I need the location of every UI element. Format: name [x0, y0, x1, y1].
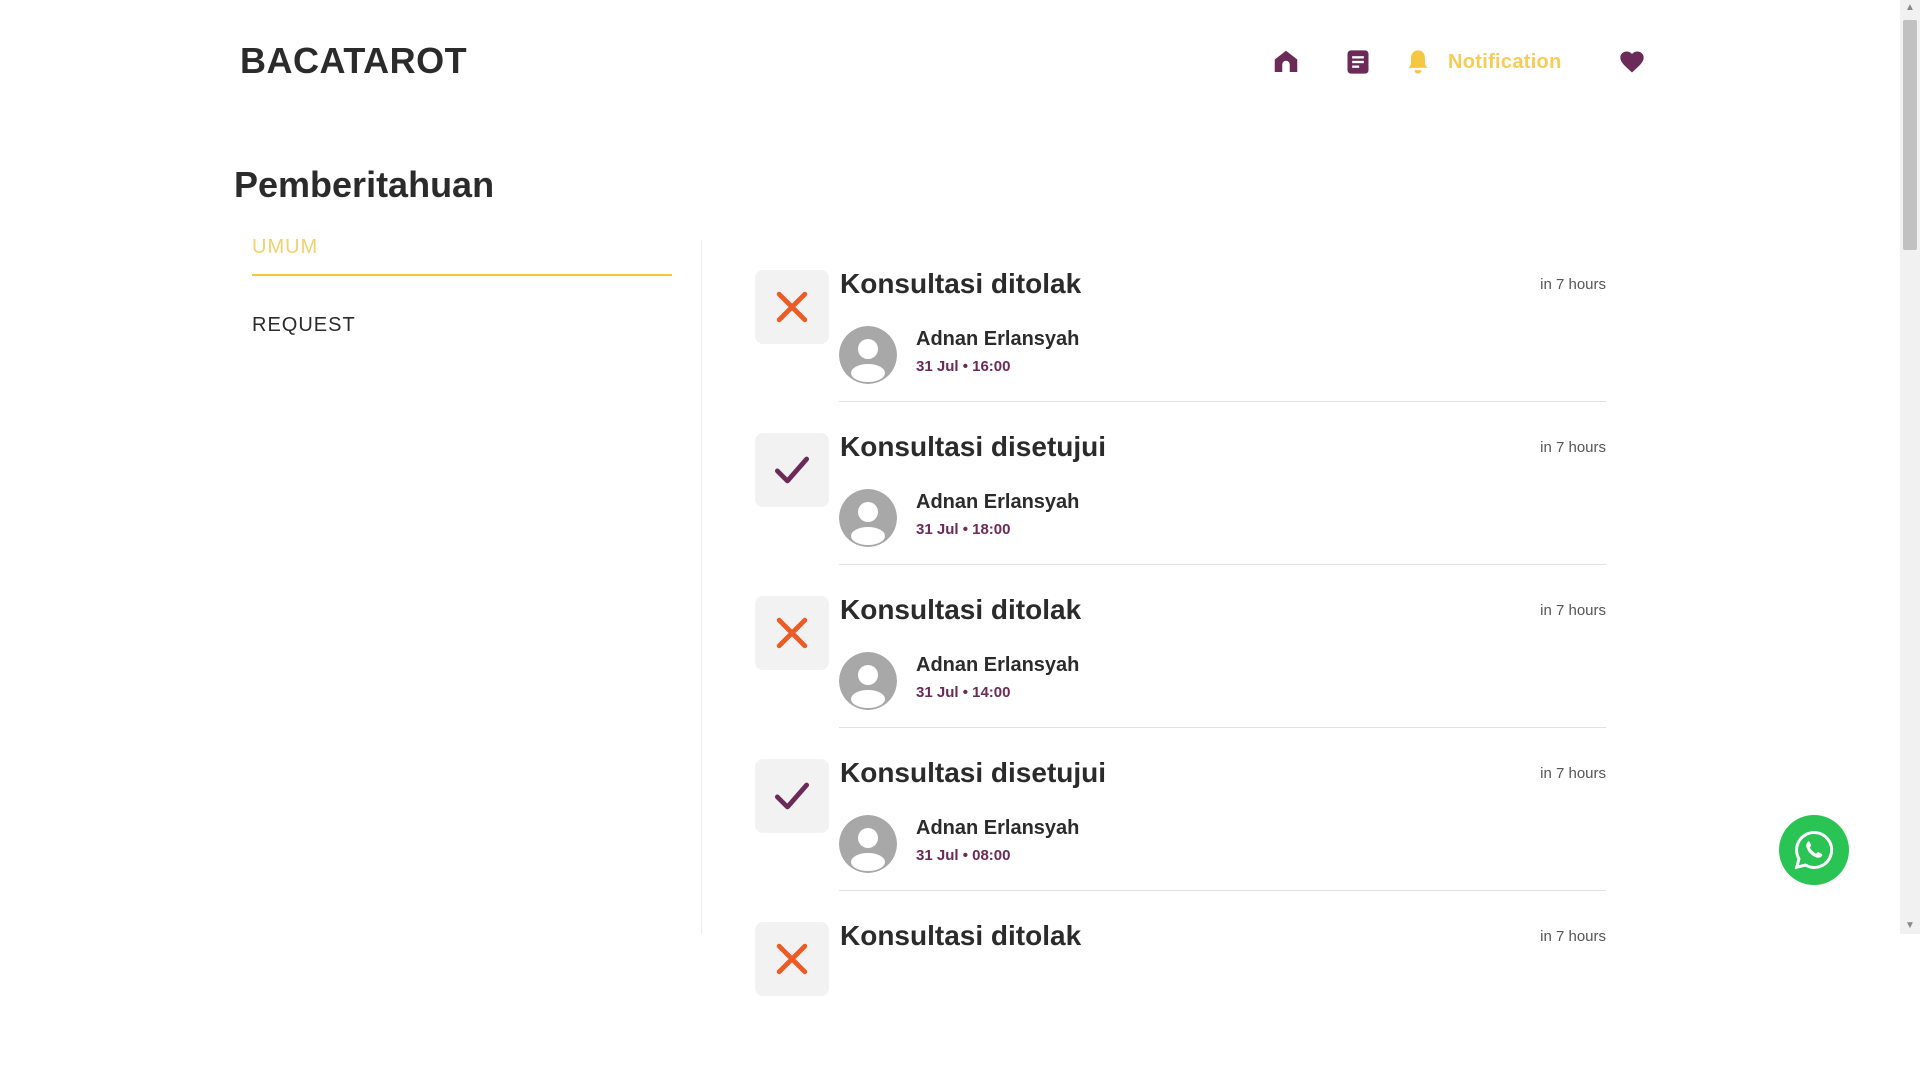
item-divider — [839, 401, 1606, 402]
avatar — [839, 489, 897, 547]
favorites-button[interactable] — [1614, 44, 1650, 80]
user-avatar-icon — [839, 815, 897, 873]
schedule-time: 31 Jul • 08:00 — [916, 847, 1011, 864]
item-divider — [839, 727, 1606, 728]
heart-icon — [1620, 51, 1644, 73]
user-avatar-icon — [839, 326, 897, 384]
user-avatar-icon — [839, 489, 897, 547]
notification-label: Notification — [1448, 50, 1562, 73]
avatar — [839, 652, 897, 710]
item-title: Konsultasi ditolak — [840, 920, 1082, 951]
notification-tabs: UMUM REQUEST — [252, 236, 672, 337]
top-header: BACATAROT Notification — [0, 0, 1900, 120]
bell-icon — [1408, 50, 1428, 74]
document-icon — [1347, 50, 1369, 74]
item-divider — [839, 564, 1606, 565]
whatsapp-icon — [1794, 831, 1834, 870]
vertical-scrollbar[interactable]: ▲ ▼ — [1900, 0, 1920, 934]
scroll-up-arrow-icon[interactable]: ▲ — [1900, 0, 1920, 16]
client-name: Adnan Erlansyah — [916, 491, 1080, 513]
brand-logo[interactable]: BACATAROT — [240, 40, 467, 82]
item-title: Konsultasi disetujui — [840, 757, 1107, 788]
item-title: Konsultasi disetujui — [840, 431, 1107, 462]
vertical-divider — [701, 240, 702, 934]
list-item[interactable]: Konsultasi ditolak in 7 hours Adnan Erla… — [755, 268, 1606, 433]
client-name: Adnan Erlansyah — [916, 654, 1080, 676]
documents-button[interactable] — [1340, 44, 1376, 80]
tab-umum[interactable]: UMUM — [252, 236, 672, 276]
user-avatar-icon — [839, 652, 897, 710]
client-name: Adnan Erlansyah — [916, 817, 1080, 839]
home-icon — [1274, 50, 1298, 72]
home-button[interactable] — [1268, 44, 1304, 80]
scroll-down-arrow-icon[interactable]: ▼ — [1900, 918, 1920, 934]
item-time: in 7 hours — [1540, 928, 1606, 945]
check-icon — [774, 456, 810, 484]
status-tile — [755, 759, 829, 833]
list-item[interactable]: Konsultasi disetujui in 7 hours Adnan Er… — [755, 757, 1606, 922]
notification-nav[interactable]: Notification — [1404, 44, 1562, 80]
schedule-time: 31 Jul • 16:00 — [916, 358, 1011, 375]
item-time: in 7 hours — [1540, 439, 1606, 456]
item-time: in 7 hours — [1540, 276, 1606, 293]
schedule-time: 31 Jul • 18:00 — [916, 521, 1011, 538]
close-icon — [776, 291, 808, 323]
list-item[interactable]: Konsultasi disetujui in 7 hours Adnan Er… — [755, 431, 1606, 596]
status-tile — [755, 270, 829, 344]
page-title: Pemberitahuan — [234, 164, 495, 205]
list-item[interactable]: Konsultasi ditolak in 7 hours Adnan Erla… — [755, 594, 1606, 759]
item-divider — [839, 890, 1606, 891]
tab-request[interactable]: REQUEST — [252, 314, 672, 337]
status-tile — [755, 922, 829, 996]
schedule-time: 31 Jul • 14:00 — [916, 684, 1011, 701]
status-tile — [755, 433, 829, 507]
avatar — [839, 326, 897, 384]
item-time: in 7 hours — [1540, 765, 1606, 782]
whatsapp-button[interactable] — [1779, 815, 1849, 885]
notification-list: Konsultasi ditolak in 7 hours Adnan Erla… — [755, 268, 1606, 1085]
status-tile — [755, 596, 829, 670]
close-icon — [776, 943, 808, 975]
client-name: Adnan Erlansyah — [916, 328, 1080, 350]
avatar — [839, 815, 897, 873]
check-icon — [774, 782, 810, 810]
item-time: in 7 hours — [1540, 602, 1606, 619]
scrollbar-thumb[interactable] — [1903, 20, 1917, 250]
close-icon — [776, 617, 808, 649]
item-title: Konsultasi ditolak — [840, 594, 1082, 625]
list-item[interactable]: Konsultasi ditolak in 7 hours — [755, 920, 1606, 1085]
item-title: Konsultasi ditolak — [840, 268, 1082, 299]
